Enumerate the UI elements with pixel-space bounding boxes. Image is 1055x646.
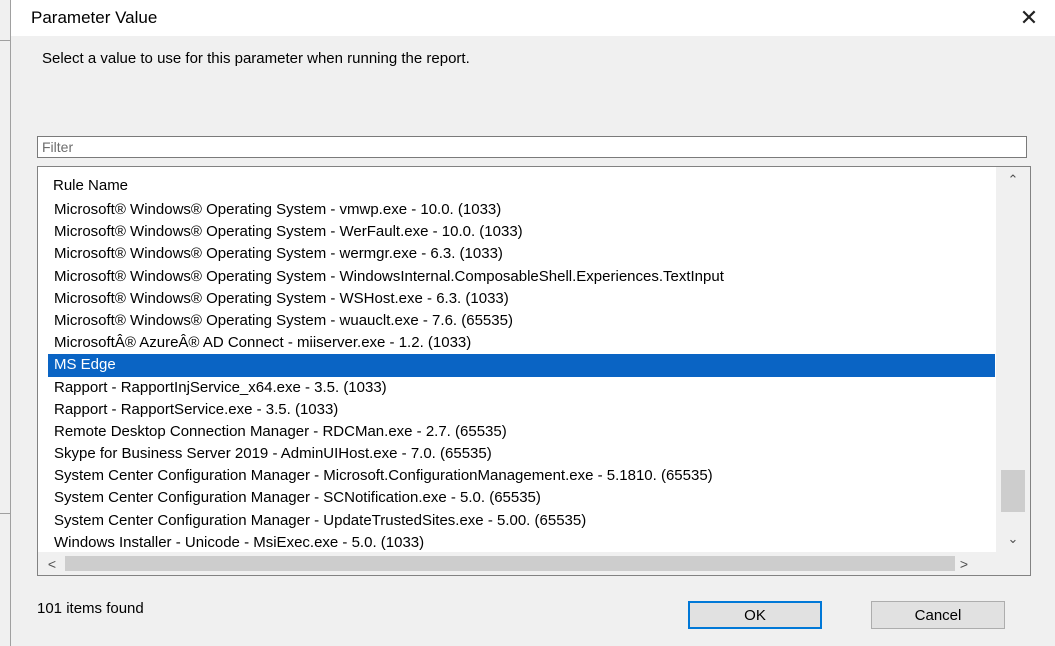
scroll-right-icon[interactable]: > <box>952 552 976 575</box>
list-item[interactable]: System Center Configuration Manager - Up… <box>48 510 995 532</box>
scroll-down-icon[interactable]: ⌄ <box>996 528 1030 550</box>
list-item[interactable]: Skype for Business Server 2019 - AdminUI… <box>48 443 995 465</box>
list-item[interactable]: Microsoft® Windows® Operating System - v… <box>48 199 995 221</box>
vertical-scroll-thumb[interactable] <box>1001 470 1025 512</box>
scroll-left-icon[interactable]: < <box>40 552 64 575</box>
filter-field[interactable] <box>37 136 1027 158</box>
rule-name-list[interactable]: Rule Name Microsoft® Windows® Operating … <box>37 166 1031 576</box>
close-icon[interactable]: ✕ <box>1017 5 1041 30</box>
list-item[interactable]: Microsoft® Windows® Operating System - W… <box>48 288 995 310</box>
title-bar: Parameter Value ✕ <box>11 0 1055 36</box>
filter-input[interactable] <box>38 137 1026 157</box>
list-item-selected[interactable]: MS Edge <box>48 354 995 377</box>
left-edge-tick <box>0 513 10 514</box>
left-window-edge <box>10 0 11 646</box>
instruction-text: Select a value to use for this parameter… <box>42 50 470 67</box>
list-item[interactable]: Rapport - RapportService.exe - 3.5. (103… <box>48 399 995 421</box>
parameter-value-dialog: Parameter Value ✕ Select a value to use … <box>0 0 1055 646</box>
list-item[interactable]: Microsoft® Windows® Operating System - W… <box>48 221 995 243</box>
list-item[interactable]: System Center Configuration Manager - SC… <box>48 487 995 509</box>
list-item[interactable]: System Center Configuration Manager - Mi… <box>48 465 995 487</box>
list-item[interactable]: Remote Desktop Connection Manager - RDCM… <box>48 421 995 443</box>
scroll-up-icon[interactable]: ⌃ <box>996 169 1030 191</box>
horizontal-scrollbar[interactable]: < > <box>38 552 1030 575</box>
left-edge-tick <box>0 40 10 41</box>
cancel-button[interactable]: Cancel <box>871 601 1005 629</box>
list-item[interactable]: Microsoft® Windows® Operating System - w… <box>48 243 995 265</box>
horizontal-scroll-thumb[interactable] <box>65 556 955 571</box>
ok-button[interactable]: OK <box>688 601 822 629</box>
list-item[interactable]: Microsoft® Windows® Operating System - w… <box>48 310 995 332</box>
items-found-status: 101 items found <box>37 600 144 617</box>
vertical-scrollbar[interactable]: ⌃ ⌄ <box>996 167 1030 552</box>
column-header-rule-name[interactable]: Rule Name <box>53 177 128 194</box>
list-item[interactable]: Windows Installer - Unicode - MsiExec.ex… <box>48 532 995 554</box>
list-item[interactable]: Rapport - RapportInjService_x64.exe - 3.… <box>48 377 995 399</box>
list-item[interactable]: MicrosoftÂ® AzureÂ® AD Connect - miiserv… <box>48 332 995 354</box>
list-rows: Microsoft® Windows® Operating System - v… <box>48 199 995 554</box>
dialog-title: Parameter Value <box>31 8 158 27</box>
list-item[interactable]: Microsoft® Windows® Operating System - W… <box>48 266 995 288</box>
